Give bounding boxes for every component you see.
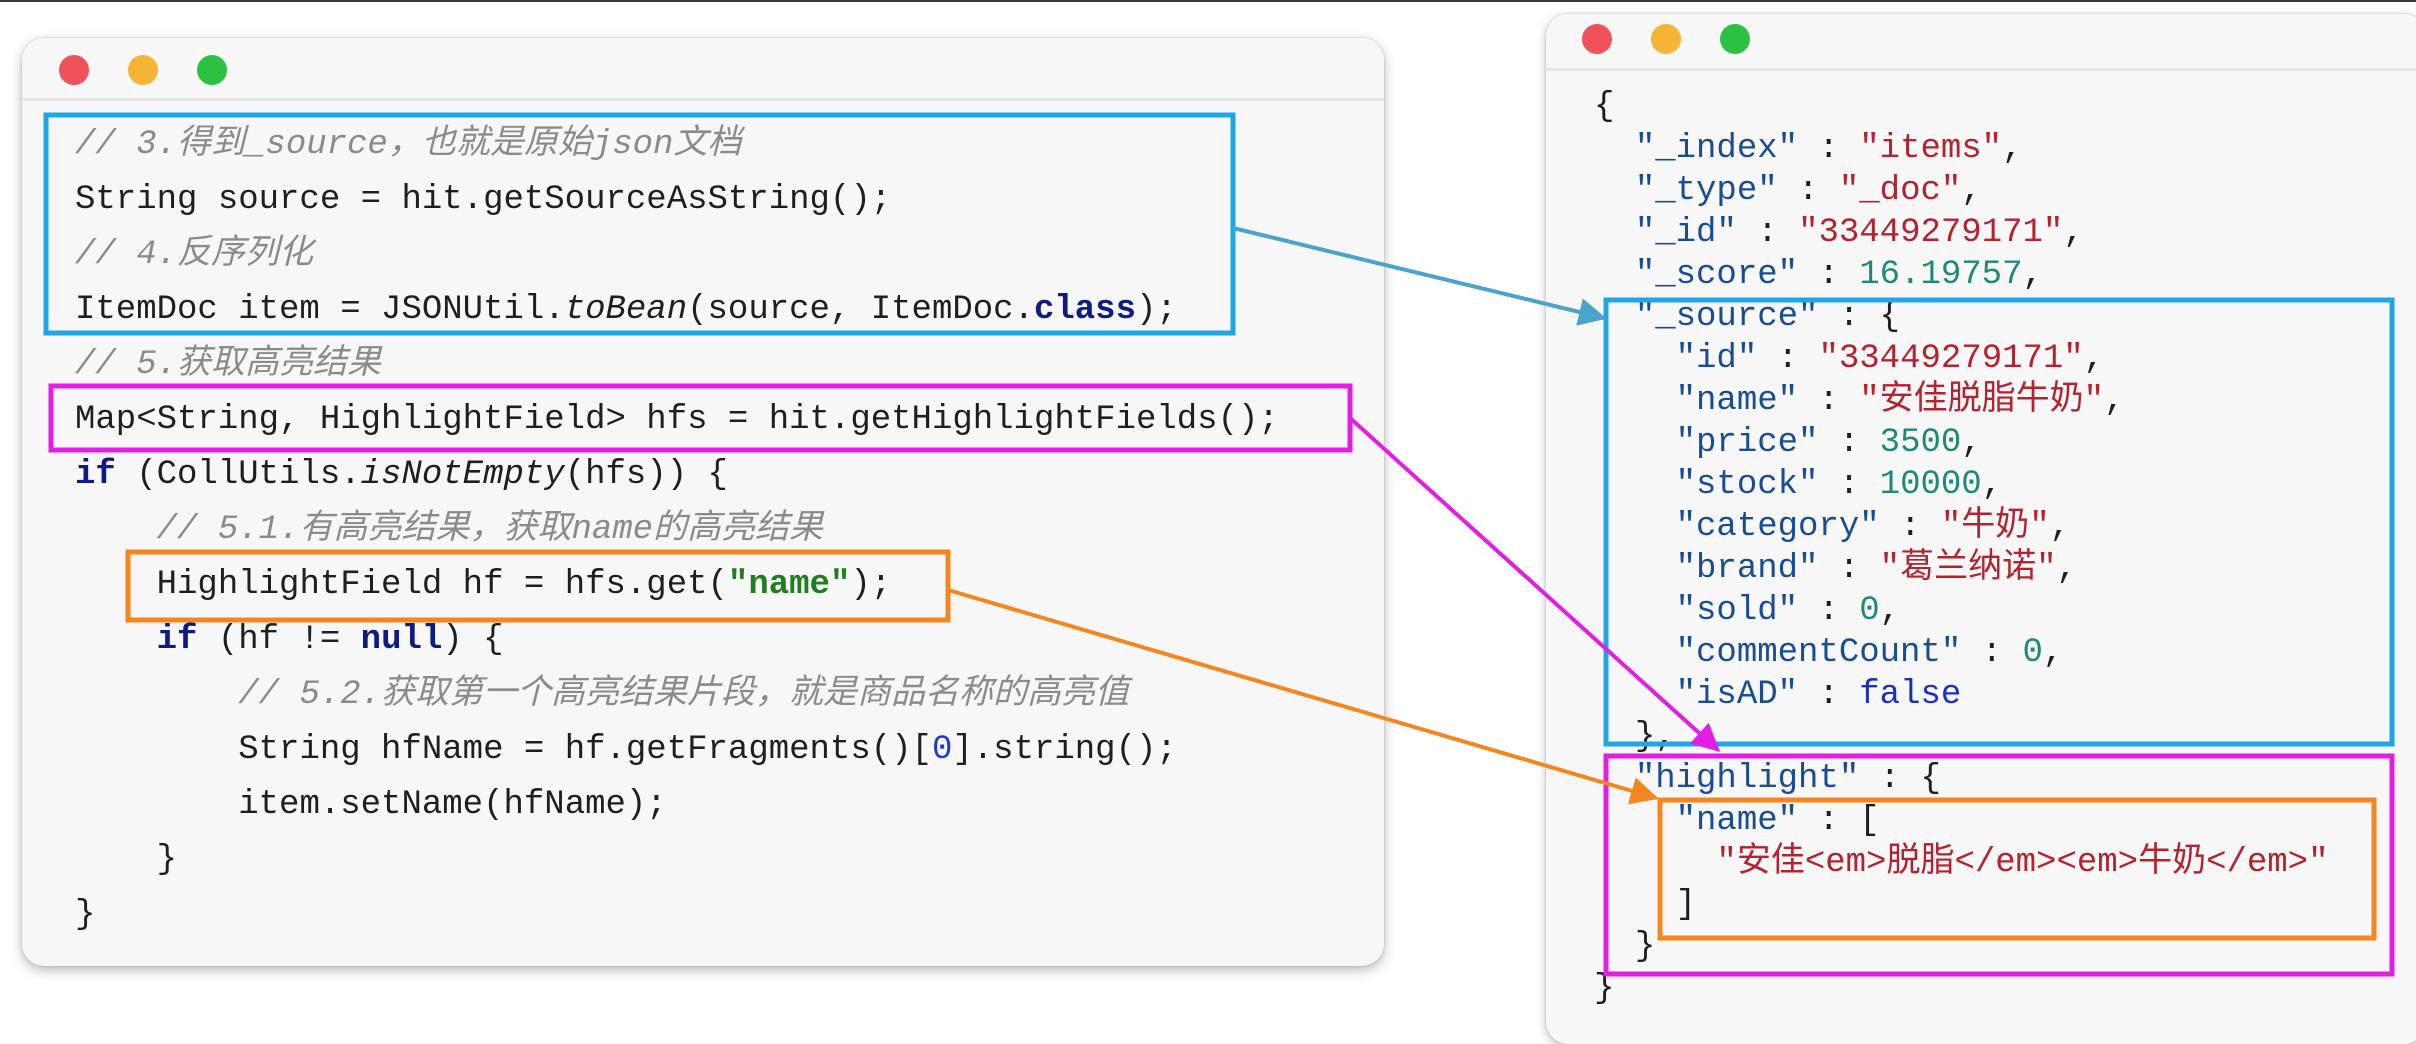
json-source-sold: "sold" : 0,	[1675, 592, 1901, 630]
close-window-dot[interactable]	[1582, 24, 1612, 54]
code-brace-outer: }	[75, 896, 96, 934]
json-field-score: "_score" : 16.19757,	[1634, 256, 2043, 294]
code-line-to-bean: ItemDoc item = JSONUtil.toBean(source, I…	[75, 291, 1177, 329]
code-line-if-not-null: if (hf != null) {	[156, 621, 504, 659]
json-response-window: { "_index" : "items", "_type" : "_doc", …	[1546, 14, 2416, 1044]
json-highlight-value: "安佳<em>脱脂</em><em>牛奶</em>"	[1716, 844, 2329, 882]
code-line-get-highlight-fields: Map<String, HighlightField> hfs = hit.ge…	[75, 401, 1279, 439]
top-border-line	[0, 0, 2416, 2]
json-source-category: "category" : "牛奶",	[1675, 508, 2071, 546]
json-close-brace: }	[1594, 970, 1615, 1008]
minimize-window-dot[interactable]	[1651, 24, 1681, 54]
json-window-titlebar	[1546, 14, 2416, 71]
close-window-dot[interactable]	[59, 55, 89, 85]
json-source-name: "name" : "安佳脱脂牛奶",	[1675, 382, 2125, 420]
code-line-if-not-empty: if (CollUtils.isNotEmpty(hfs)) {	[75, 456, 728, 494]
json-source-brand: "brand" : "葛兰纳诺",	[1675, 550, 2077, 588]
minimize-window-dot[interactable]	[128, 55, 158, 85]
code-comment-step-5-1: // 5.1.有高亮结果，获取name的高亮结果	[156, 511, 824, 549]
json-field-id: "_id" : "33449279171",	[1634, 214, 2084, 252]
maximize-window-dot[interactable]	[1720, 24, 1750, 54]
json-highlight-array-close: ]	[1675, 886, 1697, 924]
code-line-get-fragments: String hfName = hf.getFragments()[0].str…	[238, 731, 1177, 769]
json-field-highlight: "highlight" : {	[1634, 760, 1941, 798]
code-window-titlebar	[22, 38, 1384, 101]
json-source-price: "price" : 3500,	[1675, 424, 1982, 462]
json-source-is-ad: "isAD" : false	[1675, 676, 1962, 714]
json-document: { "_index" : "items", "_type" : "_doc", …	[1594, 86, 2329, 1010]
json-highlight-name: "name" : [	[1675, 802, 1880, 840]
json-source-id: "id" : "33449279171",	[1675, 340, 2105, 378]
json-open-brace: {	[1594, 88, 1615, 126]
maximize-window-dot[interactable]	[197, 55, 227, 85]
json-field-type: "_type" : "_doc",	[1634, 172, 1982, 210]
code-comment-step-4: // 4.反序列化	[75, 236, 314, 274]
code-line-get-source: String source = hit.getSourceAsString();	[75, 181, 892, 219]
json-field-index: "_index" : "items",	[1634, 130, 2023, 168]
json-source-close: },	[1634, 718, 1676, 756]
java-code-block: // 3.得到_source，也就是原始json文档 String source…	[75, 118, 1279, 943]
json-source-comment-count: "commentCount" : 0,	[1675, 634, 2064, 672]
code-brace-inner: }	[156, 841, 178, 879]
java-code-window: // 3.得到_source，也就是原始json文档 String source…	[22, 38, 1384, 966]
json-field-source: "_source" : {	[1634, 298, 1901, 336]
json-highlight-close: }	[1634, 928, 1656, 966]
json-source-stock: "stock" : 10000,	[1675, 466, 2003, 504]
code-comment-step-3: // 3.得到_source，也就是原始json文档	[75, 126, 742, 164]
code-comment-step-5-2: // 5.2.获取第一个高亮结果片段，就是商品名称的高亮值	[238, 676, 1130, 714]
code-line-get-name-field: HighlightField hf = hfs.get("name");	[156, 566, 892, 604]
code-line-set-name: item.setName(hfName);	[238, 786, 667, 824]
code-comment-step-5: // 5.获取高亮结果	[75, 346, 382, 384]
